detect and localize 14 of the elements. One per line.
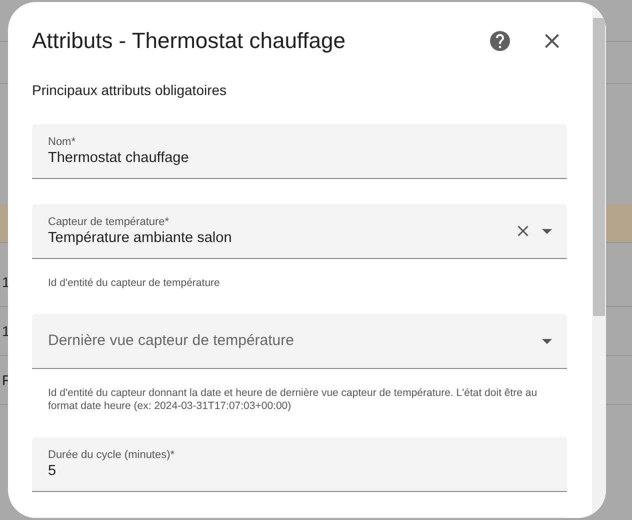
dialog-title: Attributs - Thermostat chauffage <box>32 28 346 54</box>
help-icon[interactable] <box>488 29 512 53</box>
background-row-text: 1 <box>2 323 10 339</box>
helper-text: Id d'entité du capteur donnant la date et heure de dernière vue capteur de température. L'état doit être au format date heure (ex: 2024-03-31T17:07:03+00:00) <box>47 386 538 413</box>
caret-icon[interactable] <box>542 338 552 344</box>
input-field[interactable]: Nom* Thermostat chauffage <box>32 124 567 179</box>
caret-icon[interactable] <box>542 228 552 234</box>
input-field[interactable]: Durée du cycle (minutes)* 5 <box>32 437 567 492</box>
select-field[interactable]: Capteur de température* Température ambiante salon <box>32 204 567 259</box>
scrollbar-thumb[interactable] <box>593 18 605 316</box>
background-row-text: 1 <box>2 274 10 290</box>
helper-text: Id d'entité du capteur de température <box>47 276 221 290</box>
select-field[interactable]: Dernière vue capteur de température <box>32 314 567 369</box>
section-subtitle: Principaux attributs obligatoires <box>32 82 228 98</box>
